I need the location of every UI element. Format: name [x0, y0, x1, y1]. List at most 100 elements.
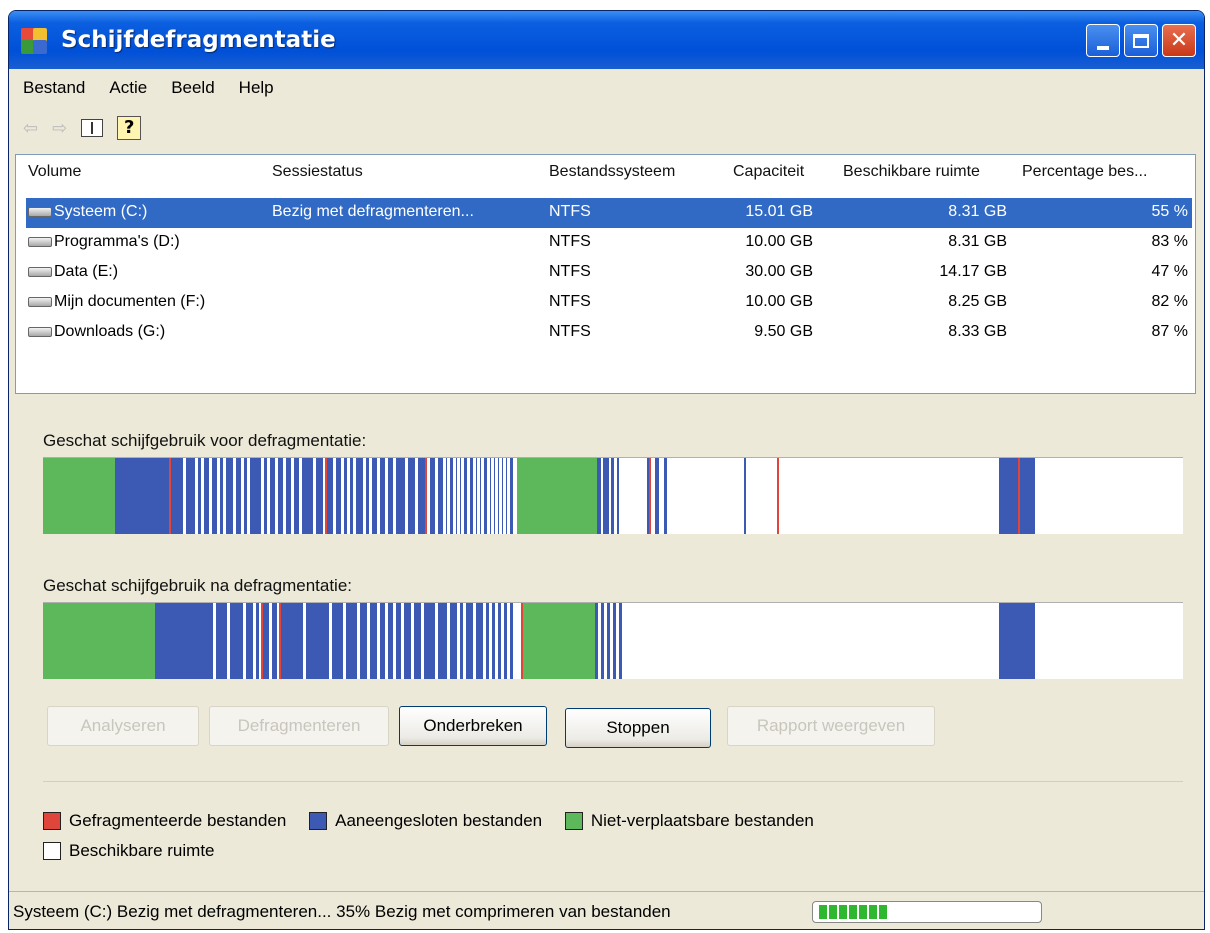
- maximize-icon: [1133, 33, 1149, 48]
- status-bar: Systeem (C:) Bezig met defragmenteren...…: [9, 891, 1204, 929]
- contiguous-block: [607, 603, 610, 679]
- menu-help[interactable]: Help: [239, 78, 274, 98]
- free-gap: [213, 603, 216, 679]
- status-text: Systeem (C:) Bezig met defragmenteren...…: [13, 902, 671, 921]
- free-gap: [291, 458, 294, 534]
- title-bar[interactable]: Schijfdefragmentatie ✕: [9, 11, 1204, 69]
- column-header-volume[interactable]: Volume: [28, 163, 81, 181]
- column-header-percentage[interactable]: Percentage bes...: [1022, 163, 1147, 181]
- drive-icon: [28, 236, 52, 247]
- volume-percent-free: 55 %: [1151, 203, 1188, 220]
- analyze-button[interactable]: Analyseren: [47, 706, 199, 746]
- contiguous-block: [664, 458, 667, 534]
- volume-row-c[interactable]: Systeem (C:) Bezig met defragmenteren...…: [26, 198, 1192, 228]
- free-gap: [233, 458, 236, 534]
- fragmented-line: [325, 458, 327, 534]
- free-gap: [483, 603, 486, 679]
- after-defrag-label: Geschat schijfgebruik na defragmentatie:: [43, 576, 353, 595]
- fragmented-line: [261, 603, 263, 679]
- legend-fragmented-swatch: [43, 812, 61, 830]
- defrag-progress-bar: [812, 901, 1042, 923]
- free-gap: [261, 458, 264, 534]
- free-gap: [473, 603, 476, 679]
- defragment-button[interactable]: Defragmenteren: [209, 706, 389, 746]
- close-button[interactable]: ✕: [1162, 24, 1196, 57]
- volume-free-space: 8.31 GB: [948, 203, 1007, 220]
- free-gap: [243, 603, 246, 679]
- free-gap: [435, 603, 438, 679]
- menu-bestand[interactable]: Bestand: [23, 78, 85, 98]
- help-icon[interactable]: ?: [117, 116, 142, 140]
- volume-free-space: 14.17 GB: [939, 263, 1007, 280]
- legend-contiguous-swatch: [309, 812, 328, 830]
- pause-button[interactable]: Onderbreken: [399, 706, 547, 746]
- window-controls: ✕: [1086, 24, 1196, 57]
- unmovable-block: [521, 603, 595, 679]
- free-gap: [447, 603, 450, 679]
- fragmented-line: [425, 458, 427, 534]
- free-gap: [183, 458, 186, 534]
- contiguous-block: [603, 458, 609, 534]
- free-gap: [477, 458, 480, 534]
- fragmented-line: [279, 603, 281, 679]
- free-gap: [217, 458, 220, 534]
- free-gap: [393, 603, 396, 679]
- legend-row-1: Gefragmenteerde bestanden Aaneengesloten…: [43, 811, 832, 835]
- forward-icon[interactable]: ⇨: [52, 118, 67, 139]
- before-defrag-label: Geschat schijfgebruik voor defragmentati…: [43, 431, 367, 450]
- minimize-button[interactable]: [1086, 24, 1120, 57]
- defrag-window: Schijfdefragmentatie ✕ Bestand Actie Bee…: [8, 10, 1205, 930]
- volume-percent-free: 82 %: [1151, 293, 1188, 310]
- free-gap: [377, 458, 380, 534]
- menu-bar: Bestand Actie Beeld Help: [9, 69, 1204, 107]
- column-header-bestandssysteem[interactable]: Bestandssysteem: [549, 163, 675, 181]
- fragmented-line: [1018, 458, 1020, 534]
- close-icon: ✕: [1169, 28, 1189, 53]
- window-title: Schijfdefragmentatie: [61, 27, 336, 53]
- free-gap: [467, 458, 470, 534]
- volume-row-e[interactable]: Data (E:) NTFS 30.00 GB 14.17 GB 47 %: [16, 258, 1195, 288]
- stop-button[interactable]: Stoppen: [565, 708, 711, 748]
- unmovable-block: [43, 458, 115, 534]
- free-gap: [385, 603, 388, 679]
- contiguous-block: [999, 603, 1035, 679]
- volume-capacity: 10.00 GB: [745, 293, 813, 310]
- back-icon[interactable]: ⇦: [23, 118, 38, 139]
- before-defrag-map: [43, 457, 1183, 534]
- volume-row-g[interactable]: Downloads (G:) NTFS 9.50 GB 8.33 GB 87 %: [16, 318, 1195, 348]
- volume-capacity: 9.50 GB: [754, 323, 813, 340]
- progress-fill: [819, 905, 889, 919]
- legend-free: Beschikbare ruimte: [43, 841, 215, 861]
- drive-icon: [28, 296, 52, 307]
- before-defrag-section: Geschat schijfgebruik voor defragmentati…: [43, 431, 1183, 534]
- volume-name: Programma's (D:): [54, 233, 180, 250]
- menu-beeld[interactable]: Beeld: [171, 78, 214, 98]
- show-hide-pane-icon[interactable]: [81, 119, 104, 137]
- free-gap: [447, 458, 450, 534]
- free-gap: [463, 603, 466, 679]
- volume-filesystem: NTFS: [549, 233, 591, 250]
- fragmented-line: [169, 458, 171, 534]
- free-gap: [481, 458, 484, 534]
- free-gap: [267, 458, 270, 534]
- volume-filesystem: NTFS: [549, 263, 591, 280]
- contiguous-block: [655, 458, 659, 534]
- view-report-button[interactable]: Rapport weergeven: [727, 706, 935, 746]
- column-header-sessiestatus[interactable]: Sessiestatus: [272, 163, 363, 181]
- volume-capacity: 10.00 GB: [745, 233, 813, 250]
- column-header-capaciteit[interactable]: Capaciteit: [733, 163, 804, 181]
- volume-percent-free: 47 %: [1151, 263, 1188, 280]
- free-gap: [405, 458, 408, 534]
- free-gap: [247, 458, 250, 534]
- volume-row-d[interactable]: Programma's (D:) NTFS 10.00 GB 8.31 GB 8…: [16, 228, 1195, 258]
- volume-row-f[interactable]: Mijn documenten (F:) NTFS 10.00 GB 8.25 …: [16, 288, 1195, 318]
- minimize-icon: [1097, 45, 1109, 50]
- menu-actie[interactable]: Actie: [109, 78, 147, 98]
- fragmented-line: [521, 603, 523, 679]
- contiguous-block: [744, 458, 746, 534]
- column-header-beschikbare-ruimte[interactable]: Beschikbare ruimte: [843, 163, 980, 181]
- free-gap: [227, 603, 230, 679]
- volume-free-space: 8.31 GB: [948, 233, 1007, 250]
- volume-filesystem: NTFS: [549, 203, 591, 220]
- maximize-button[interactable]: [1124, 24, 1158, 57]
